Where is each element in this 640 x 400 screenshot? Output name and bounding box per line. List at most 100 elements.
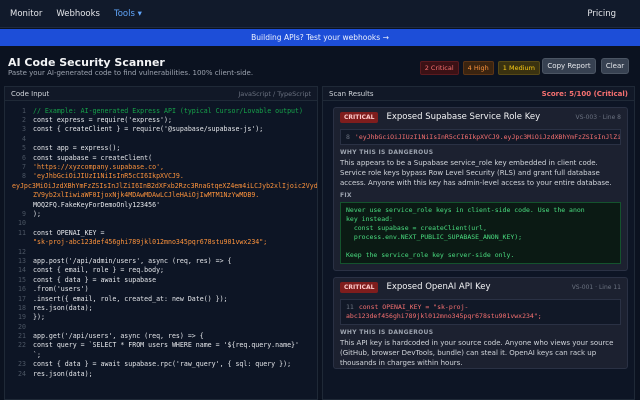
- code-line: 22 const query = `SELECT * FROM users WH…: [5, 341, 317, 350]
- code-text: const { data } = await supabase: [33, 275, 157, 284]
- code-line: 3 const { createClient } = require('@supa…: [5, 125, 317, 134]
- line-number: 12: [18, 247, 26, 256]
- code-text: const query = `SELECT * FROM users WHERE…: [33, 341, 299, 350]
- top-nav: Monitor Webhooks Tools ▾ Pricing: [0, 0, 640, 28]
- line-number: 4: [22, 134, 26, 143]
- why-label: WHY THIS IS DANGEROUS: [340, 149, 434, 156]
- finding-location: VS-001 · Line 11: [571, 283, 621, 291]
- severity-badge: CRITICAL: [340, 281, 379, 293]
- line-number: 10: [18, 219, 26, 228]
- code-text: res.json(data);: [33, 369, 93, 378]
- code-text: const express = require('express');: [33, 116, 172, 125]
- copy-report-button[interactable]: Copy Report: [542, 58, 596, 74]
- code-line: `;: [5, 350, 317, 359]
- line-number: 11: [18, 228, 26, 237]
- code-line: 2 const express = require('express');: [5, 115, 317, 124]
- fix-snippet: Never use service_role keys in client-si…: [340, 202, 621, 264]
- line-number: 18: [18, 303, 26, 312]
- why-label: WHY THIS IS DANGEROUS: [340, 329, 434, 336]
- code-line: 9);: [5, 209, 317, 218]
- code-input-header: Code Input JavaScript / TypeScript: [5, 87, 317, 101]
- line-number: 21: [18, 332, 26, 341]
- code-text: eyJpc3MiOiJzdXBhYmFzZSIsInJlZiI6InB2dXFx…: [12, 181, 318, 190]
- code-text: const { createClient } = require('@supab…: [33, 125, 264, 134]
- code-text: const app = express();: [33, 144, 121, 153]
- code-text: `;: [33, 350, 41, 359]
- why-text: This appears to be a Supabase service_ro…: [340, 159, 612, 187]
- line-number: 23: [18, 360, 26, 369]
- code-line: 10: [5, 219, 317, 228]
- code-line: 12: [5, 247, 317, 256]
- code-line: 24 res.json(data);: [5, 369, 317, 378]
- code-input-title: Code Input: [11, 89, 50, 98]
- code-line: 21 app.get('/api/users', async (req, res)…: [5, 331, 317, 340]
- line-number: 24: [18, 369, 26, 378]
- line-number: 13: [18, 256, 26, 265]
- code-text: app.get('/api/users', async (req, res) =…: [33, 332, 204, 341]
- nav-pricing[interactable]: Pricing: [587, 9, 616, 19]
- code-snippet: 8'eyJhbGciOiJIUzI1NiIsInR5cCI6IkpXVCJ9.e…: [340, 129, 621, 145]
- line-number: 16: [18, 285, 26, 294]
- code-line: 6 const supabase = createClient(: [5, 153, 317, 162]
- code-text: const supabase = createClient(: [33, 153, 153, 162]
- code-line: 17 .insert({ email, role, created_at: ne…: [5, 294, 317, 303]
- code-text: "sk-proj-abc123def456ghi789jkl012mno345p…: [33, 238, 268, 247]
- code-line: 19});: [5, 313, 317, 322]
- scan-results-header: Scan Results Score: 5/100 (Critical): [323, 87, 634, 101]
- code-text: });: [33, 313, 45, 322]
- code-line: ZV9yb2xlIiwiaWF0IjoxNjk4MDAwMDAwLCJleHAi…: [5, 191, 317, 200]
- critical-count-badge: 2 Critical: [419, 61, 459, 75]
- line-number: 14: [18, 266, 26, 275]
- finding-title: Exposed Supabase Service Role Key: [386, 112, 541, 122]
- why-text: This API key is hardcoded in your source…: [340, 339, 614, 367]
- code-line: 16 .from('users'): [5, 284, 317, 293]
- line-number: 22: [18, 341, 26, 350]
- page-title: AI Code Security Scanner: [8, 56, 165, 69]
- code-line: 1 // Example: AI-generated Express API (t…: [5, 106, 317, 115]
- code-line: 20: [5, 322, 317, 331]
- code-line: eyJpc3MiOiJzdXBhYmFzZSIsInJlZiI6InB2dXFx…: [5, 181, 317, 190]
- language-hint: JavaScript / TypeScript: [238, 89, 311, 98]
- code-text: const { data } = await supabase.rpc('raw…: [33, 360, 292, 369]
- promo-banner[interactable]: Building APIs? Test your webhooks →: [0, 29, 640, 46]
- code-line: 4: [5, 134, 317, 143]
- security-score: Score: 5/100 (Critical): [541, 89, 628, 98]
- line-number: 20: [18, 322, 26, 331]
- code-line: 18 res.json(data);: [5, 303, 317, 312]
- line-number: 9: [22, 209, 26, 218]
- code-text: 'eyJhbGciOiJIUzI1NiIsInR5cCI6IkpXVCJ9.: [33, 172, 184, 181]
- line-number: 19: [18, 313, 26, 322]
- code-line: 23 const { data } = await supabase.rpc('…: [5, 360, 317, 369]
- scan-results-panel: Scan Results Score: 5/100 (Critical) CRI…: [322, 86, 635, 400]
- code-text: .from('users'): [33, 285, 89, 294]
- fix-label: FIX: [340, 192, 352, 199]
- clear-button[interactable]: Clear: [601, 58, 629, 74]
- line-number: 15: [18, 275, 26, 284]
- code-text: );: [33, 209, 41, 218]
- severity-badge: CRITICAL: [340, 111, 379, 123]
- code-text: ZV9yb2xlIiwiaWF0IjoxNjk4MDAwMDAwLCJleHAi…: [33, 191, 260, 200]
- nav-webhooks[interactable]: Webhooks: [56, 9, 100, 19]
- code-line: 15 const { data } = await supabase: [5, 275, 317, 284]
- line-number: 7: [22, 163, 26, 172]
- code-line: 7 'https://xyzcompany.supabase.co',: [5, 162, 317, 171]
- code-text: const OPENAI_KEY =: [33, 228, 105, 237]
- nav-monitor[interactable]: Monitor: [10, 9, 42, 19]
- line-number: 6: [22, 153, 26, 162]
- line-number: 17: [18, 294, 26, 303]
- line-number: 8: [22, 172, 26, 181]
- finding-card[interactable]: CRITICAL Exposed OpenAI API Key VS-001 ·…: [333, 277, 628, 369]
- nav-tools-dropdown[interactable]: Tools ▾: [114, 9, 142, 19]
- code-text: // Example: AI-generated Express API (ty…: [33, 106, 303, 115]
- code-line: "sk-proj-abc123def456ghi789jkl012mno345p…: [5, 237, 317, 246]
- line-number: 5: [22, 144, 26, 153]
- line-number: 2: [22, 116, 26, 125]
- code-text: 'https://xyzcompany.supabase.co',: [33, 163, 165, 172]
- scan-results-title: Scan Results: [329, 89, 374, 98]
- code-input-panel: Code Input JavaScript / TypeScript 1 // E…: [4, 86, 318, 400]
- finding-card[interactable]: CRITICAL Exposed Supabase Service Role K…: [333, 107, 628, 271]
- finding-location: VS-003 · Line 8: [575, 113, 621, 121]
- code-editor[interactable]: 1 // Example: AI-generated Express API (t…: [5, 101, 317, 378]
- line-number: 1: [22, 106, 26, 115]
- page-subtitle: Paste your AI-generated code to find vul…: [8, 69, 254, 77]
